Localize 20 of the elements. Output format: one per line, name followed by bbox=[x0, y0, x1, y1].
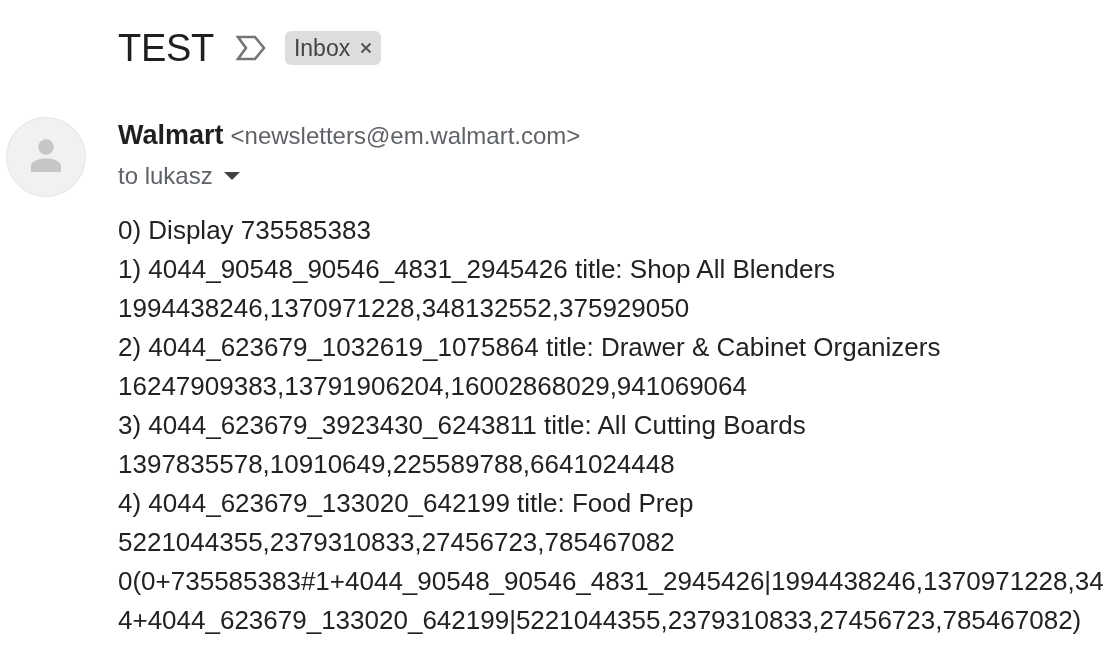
message-line: 3) 4044_623679_3923430_6243811 title: All Cutting Boards bbox=[118, 409, 807, 442]
label-chip[interactable]: Inbox bbox=[284, 31, 382, 65]
sender-name: Walmart bbox=[118, 119, 224, 152]
sender-email: <newsletters@em.walmart.com> bbox=[230, 121, 581, 151]
message-line: 4) 4044_623679_133020_642199 title: Food Prep bbox=[118, 487, 695, 520]
tag-icon[interactable] bbox=[234, 35, 267, 61]
message-line: 0(0+735585383#1+4044_90548_90546_4831_2945426|1994438246,1370971228,34 bbox=[118, 565, 1104, 598]
message-line: 0) Display 735585383 bbox=[118, 214, 372, 247]
close-icon[interactable] bbox=[360, 42, 373, 54]
message-line: 1397835578,10910649,225589788,6641024448 bbox=[118, 448, 676, 481]
recipient-button[interactable]: to lukasz bbox=[118, 161, 240, 191]
avatar-icon bbox=[6, 117, 86, 197]
message-line: 5221044355,2379310833,27456723,785467082 bbox=[118, 526, 676, 559]
caret-icon[interactable] bbox=[223, 172, 240, 180]
message-line: 2) 4044_623679_1032619_1075864 title: Drawer & Cabinet Organizers bbox=[118, 331, 942, 364]
subject-title: TEST bbox=[118, 26, 214, 71]
message-line: 4+4044_623679_133020_642199|5221044355,2379310833,27456723,785467082) bbox=[118, 604, 1083, 637]
message-line: 1) 4044_90548_90546_4831_2945426 title: Shop All Blenders bbox=[118, 253, 837, 286]
message-line: 16247909383,13791906204,16002868029,941069064 bbox=[118, 370, 748, 403]
message-line: 1994438246,1370971228,348132552,375929050 bbox=[118, 292, 691, 325]
